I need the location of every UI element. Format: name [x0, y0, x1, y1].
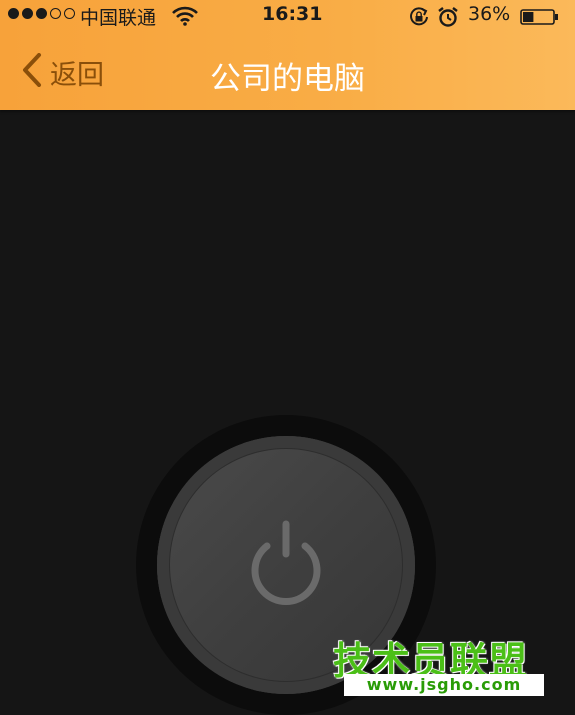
signal-dot	[50, 8, 61, 19]
signal-dot	[64, 8, 75, 19]
signal-dot	[22, 8, 33, 19]
battery-percent: 36%	[468, 3, 511, 25]
signal-strength-icon	[8, 8, 75, 19]
status-time: 16:31	[262, 3, 323, 25]
carrier-name: 中国联通	[80, 7, 157, 29]
power-icon	[237, 516, 335, 618]
status-bar: 中国联通 16:31 36%	[0, 0, 575, 34]
signal-dot	[8, 8, 19, 19]
battery-icon	[520, 8, 560, 25]
watermark-url: www.jsgho.com	[344, 674, 544, 696]
signal-dot	[36, 8, 47, 19]
alarm-icon	[437, 6, 459, 33]
navigation-bar: 返回 公司的电脑	[0, 34, 575, 110]
app-header: 中国联通 16:31 36% 返回 公司的电脑	[0, 0, 575, 110]
watermark: 技术员联盟 www.jsgho.com	[330, 630, 570, 696]
wifi-icon	[172, 6, 198, 31]
rotation-lock-icon	[408, 6, 430, 33]
page-title: 公司的电脑	[210, 61, 365, 97]
